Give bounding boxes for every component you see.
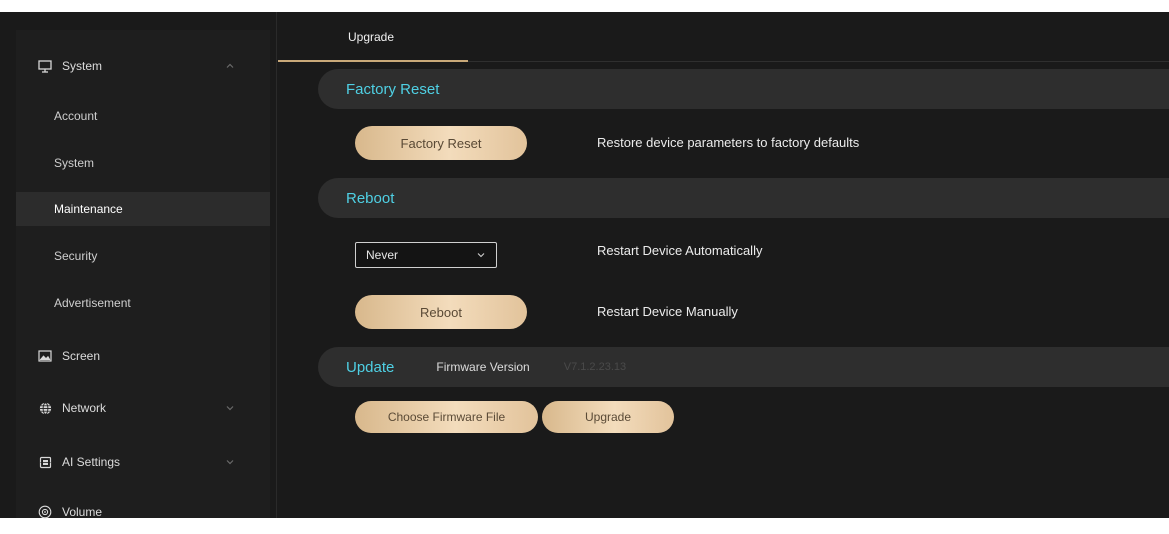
section-title: Update: [346, 358, 395, 376]
chip-icon: [38, 455, 52, 469]
tab-bar: Upgrade: [278, 12, 1169, 62]
auto-restart-select[interactable]: Never: [355, 242, 497, 268]
chevron-down-icon: [224, 456, 236, 468]
firmware-version-value: V7.1.2.23.13: [563, 361, 627, 373]
image-icon: [38, 349, 52, 363]
tab-upgrade[interactable]: Upgrade: [278, 12, 468, 62]
globe-icon: [38, 401, 52, 415]
auto-restart-description: Restart Device Automatically: [597, 243, 763, 258]
chevron-down-icon: [476, 250, 486, 260]
section-header-factory-reset: Factory Reset: [318, 69, 1169, 109]
sidebar-item-system[interactable]: System: [16, 146, 270, 180]
sidebar: System Account System Maintenance Securi…: [16, 30, 270, 519]
select-value: Never: [366, 248, 399, 262]
choose-firmware-file-button[interactable]: Choose Firmware File: [355, 401, 538, 433]
sidebar-item-label: Advertisement: [54, 296, 131, 310]
tab-label: Upgrade: [348, 29, 395, 44]
firmware-version-label: Firmware Version: [436, 360, 530, 374]
sidebar-group-volume[interactable]: Volume: [16, 490, 270, 534]
sidebar-item-label: Maintenance: [54, 202, 123, 216]
sidebar-group-label: AI Settings: [62, 455, 121, 469]
sidebar-group-label: System: [62, 59, 103, 73]
section-header-reboot: Reboot: [318, 178, 1169, 218]
sidebar-item-label: System: [54, 156, 95, 170]
factory-reset-button[interactable]: Factory Reset: [355, 126, 527, 160]
reboot-button[interactable]: Reboot: [355, 295, 527, 329]
chevron-down-icon: [224, 402, 236, 414]
sidebar-divider: [276, 12, 277, 518]
app-window: System Account System Maintenance Securi…: [0, 12, 1169, 519]
sidebar-item-maintenance[interactable]: Maintenance: [16, 192, 270, 226]
speaker-icon: [38, 505, 52, 519]
sidebar-group-system[interactable]: System: [16, 44, 270, 88]
section-title: Factory Reset: [346, 80, 440, 98]
main-content: Upgrade Factory Reset Factory Reset Rest…: [278, 12, 1169, 518]
sidebar-item-advertisement[interactable]: Advertisement: [16, 286, 270, 320]
monitor-icon: [38, 59, 52, 73]
sidebar-group-ai-settings[interactable]: AI Settings: [16, 440, 270, 484]
section-header-update: Update Firmware Version V7.1.2.23.13: [318, 347, 1169, 387]
factory-reset-description: Restore device parameters to factory def…: [597, 135, 860, 150]
manual-restart-description: Restart Device Manually: [597, 304, 738, 319]
sidebar-item-label: Account: [54, 109, 98, 123]
sidebar-item-security[interactable]: Security: [16, 239, 270, 273]
sidebar-item-account[interactable]: Account: [16, 99, 270, 133]
sidebar-group-label: Screen: [62, 349, 101, 363]
upgrade-button[interactable]: Upgrade: [542, 401, 674, 433]
sidebar-group-screen[interactable]: Screen: [16, 334, 270, 378]
sidebar-item-label: Security: [54, 249, 98, 263]
tab-active-indicator: [278, 60, 468, 62]
chevron-up-icon: [224, 60, 236, 72]
section-title: Reboot: [346, 189, 395, 207]
sidebar-group-network[interactable]: Network: [16, 386, 270, 430]
sidebar-group-label: Volume: [62, 505, 103, 519]
sidebar-group-label: Network: [62, 401, 107, 415]
